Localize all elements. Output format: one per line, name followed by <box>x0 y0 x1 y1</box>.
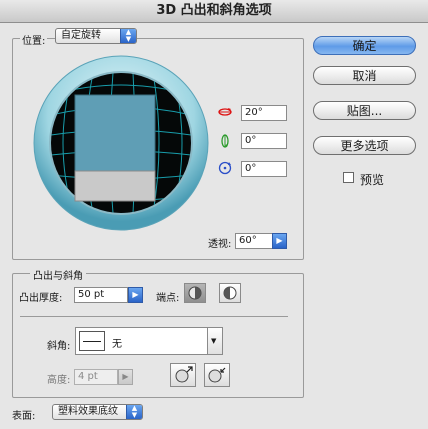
bevel-out-button[interactable] <box>170 363 196 387</box>
position-select[interactable]: 自定旋转 ▲ ▼ <box>55 28 137 44</box>
rotate-z-icon <box>217 160 233 176</box>
bevel-preview <box>79 331 105 351</box>
cap-off-button[interactable] <box>219 283 241 303</box>
surface-select-value: 塑料效果底纹 <box>58 406 118 417</box>
preview-checkbox[interactable] <box>343 172 354 183</box>
chevron-down-icon: ▼ <box>211 337 217 345</box>
height-slider-button: ▶ <box>118 369 133 385</box>
cap-off-icon <box>223 286 237 300</box>
rotate-y-input[interactable]: 0° <box>241 133 287 149</box>
cap-label: 端点: <box>156 293 180 304</box>
extrude-section-label: 凸出与斜角 <box>30 267 86 282</box>
position-select-value: 自定旋转 <box>61 30 101 41</box>
chevron-updown-icon: ▲ ▼ <box>120 29 136 43</box>
perspective-label: 透视: <box>208 239 232 250</box>
bevel-preview-line <box>83 341 101 342</box>
map-button[interactable]: 贴图... <box>313 101 416 120</box>
bevel-in-button[interactable] <box>204 363 230 387</box>
bevel-dropdown-button[interactable]: ▼ <box>207 328 222 354</box>
extrude-depth-label: 凸出厚度: <box>19 293 63 304</box>
triangle-right-icon: ▶ <box>122 372 129 381</box>
window-title: 3D 凸出和斜角选项 <box>0 0 428 23</box>
height-input: 4 pt <box>74 369 118 385</box>
more-options-button[interactable]: 更多选项 <box>313 136 416 155</box>
rotate-z-input[interactable]: 0° <box>241 161 287 177</box>
surface-select[interactable]: 塑料效果底纹 ▲ ▼ <box>52 404 143 420</box>
rotate-y-icon <box>217 133 233 149</box>
dialog-window: 3D 凸出和斜角选项 位置: 自定旋转 ▲ ▼ 20° 0° 0° 透视: 60… <box>0 0 428 429</box>
rotate-x-input[interactable]: 20° <box>241 105 287 121</box>
chevron-updown-icon: ▲ ▼ <box>126 405 142 419</box>
bevel-out-icon <box>175 366 193 383</box>
preview-label: 预览 <box>360 173 385 187</box>
rotate-x-icon <box>217 104 233 120</box>
bevel-select[interactable]: 无 ▼ <box>75 327 223 355</box>
divider <box>20 316 288 317</box>
cap-on-icon <box>188 286 202 300</box>
position-label: 位置: <box>20 32 48 47</box>
extrude-depth-input[interactable]: 50 pt <box>74 287 128 303</box>
rotation-trackball[interactable] <box>33 55 209 231</box>
perspective-input[interactable]: 60° <box>235 233 273 249</box>
cap-on-button[interactable] <box>184 283 206 303</box>
height-label: 高度: <box>47 375 71 386</box>
triangle-right-icon: ▶ <box>132 290 139 299</box>
bevel-in-icon <box>208 367 226 383</box>
bevel-label: 斜角: <box>47 341 71 352</box>
bevel-value: 无 <box>112 339 122 350</box>
perspective-slider-button[interactable]: ▶ <box>272 233 287 249</box>
extrude-depth-slider-button[interactable]: ▶ <box>128 287 143 303</box>
surface-label: 表面: <box>12 411 36 422</box>
ok-button[interactable]: 确定 <box>313 36 416 55</box>
cancel-button[interactable]: 取消 <box>313 66 416 85</box>
triangle-right-icon: ▶ <box>276 236 283 245</box>
